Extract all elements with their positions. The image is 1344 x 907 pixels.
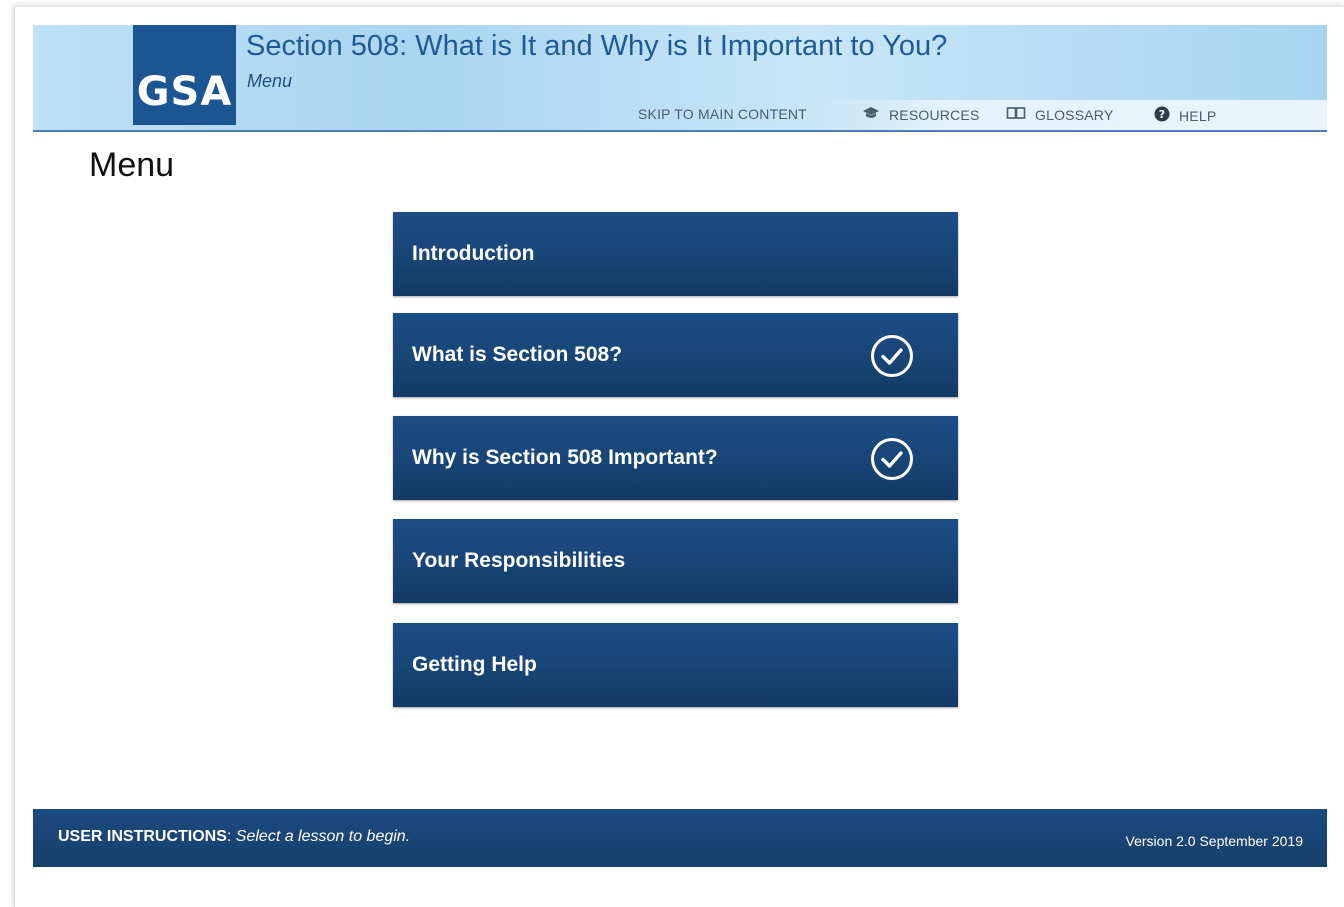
help-link[interactable]: ? HELP	[1154, 106, 1216, 125]
help-label: HELP	[1179, 107, 1217, 124]
gsa-logo: GSA	[133, 25, 236, 125]
lesson-button-what-is-section-508[interactable]: What is Section 508?	[393, 313, 958, 397]
question-circle-icon: ?	[1154, 106, 1170, 125]
checkmark-circle-icon	[871, 438, 913, 480]
version-text: Version 2.0 September 2019	[1125, 833, 1303, 849]
gsa-logo-text: GSA	[136, 69, 233, 115]
resources-link[interactable]: RESOURCES	[862, 106, 979, 123]
checkmark-circle-icon	[871, 335, 913, 377]
user-instructions-label: USER INSTRUCTIONS	[58, 828, 227, 845]
svg-text:?: ?	[1159, 108, 1166, 121]
open-book-icon	[1006, 106, 1026, 123]
page-title: Menu	[89, 146, 175, 184]
glossary-link[interactable]: GLOSSARY	[1006, 106, 1113, 123]
lesson-button-label: Introduction	[412, 242, 535, 265]
graduation-cap-icon	[862, 106, 880, 123]
resources-label: RESOURCES	[889, 106, 980, 123]
lesson-button-getting-help[interactable]: Getting Help	[393, 623, 958, 707]
skip-to-main-content-label: SKIP TO MAIN CONTENT	[638, 106, 807, 122]
glossary-label: GLOSSARY	[1035, 106, 1114, 123]
user-instructions-text: Select a lesson to begin.	[235, 828, 411, 845]
lesson-button-introduction[interactable]: Introduction	[393, 212, 958, 296]
lesson-button-label: Why is Section 508 Important?	[412, 446, 718, 469]
lesson-button-why-is-section-508-important[interactable]: Why is Section 508 Important?	[393, 416, 958, 500]
lesson-button-label: Your Responsibilities	[412, 549, 626, 572]
footer-bar: USER INSTRUCTIONS: Select a lesson to be…	[33, 809, 1327, 867]
header-divider	[33, 130, 1327, 132]
user-instructions: USER INSTRUCTIONS: Select a lesson to be…	[58, 828, 411, 845]
lesson-button-your-responsibilities[interactable]: Your Responsibilities	[393, 519, 958, 603]
skip-to-main-content-link[interactable]: SKIP TO MAIN CONTENT	[638, 106, 807, 122]
course-title: Section 508: What is It and Why is It Im…	[246, 30, 948, 62]
lesson-button-label: Getting Help	[412, 653, 537, 676]
lesson-button-label: What is Section 508?	[412, 343, 623, 366]
course-subtitle: Menu	[247, 71, 293, 91]
